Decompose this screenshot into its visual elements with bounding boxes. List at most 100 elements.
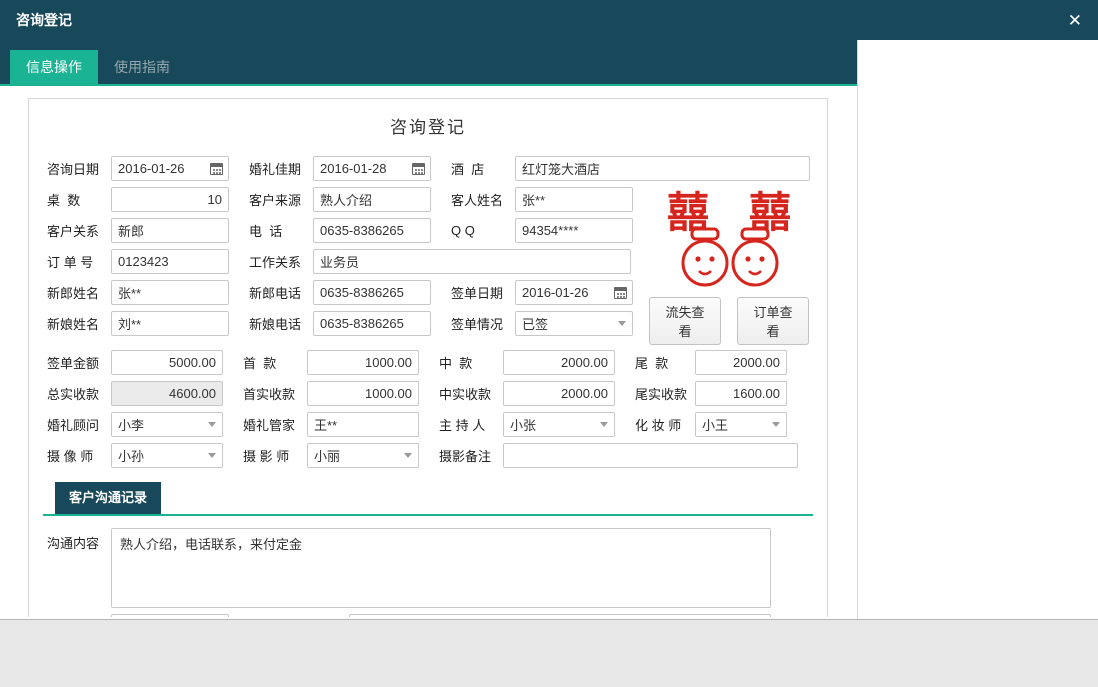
view-buttons: 流失查看 订单查看 xyxy=(649,297,809,345)
form-row: 签单金额 首 款 中 款 尾 款 xyxy=(47,350,809,375)
form-row: 婚礼顾问 小李 婚礼管家 主 持 人 xyxy=(47,412,809,437)
work-relation-field: 工作关系 xyxy=(249,249,631,274)
mid-received-field: 中实收款 xyxy=(439,381,615,406)
photo-note-field: 摄影备注 xyxy=(439,443,798,468)
guest-name-field: 客人姓名 xyxy=(451,187,633,212)
comm-content-row: 沟通内容 熟人介绍，电话联系，来付定金 xyxy=(47,528,809,608)
field-label: 客户关系 xyxy=(47,221,111,240)
field-label: 中 款 xyxy=(439,353,503,372)
consult-register-dialog: 咨询登记 ✕ 信息操作 使用指南 咨询登记 咨询日期 xyxy=(0,0,1098,620)
loss-view-button[interactable]: 流失查看 xyxy=(649,297,721,345)
bride-phone-input[interactable] xyxy=(313,311,431,336)
field-label: 工作关系 xyxy=(249,252,313,271)
form-title: 咨询登记 xyxy=(47,113,809,138)
sign-amount-input[interactable] xyxy=(111,350,223,375)
sign-date-field: 签单日期 xyxy=(451,280,633,305)
communication-body: 沟通内容 熟人介绍，电话联系，来付定金 沟通日期 备 注 xyxy=(43,516,813,617)
dialog-title: 咨询登记 xyxy=(16,10,72,30)
calendar-icon[interactable] xyxy=(210,163,223,175)
date-input-wrap xyxy=(111,614,229,617)
tail-pay-input[interactable] xyxy=(695,350,787,375)
groom-name-field: 新郎姓名 xyxy=(47,280,229,305)
videographer-select[interactable]: 小孙 xyxy=(111,443,223,468)
tab-bar: 信息操作 使用指南 xyxy=(0,40,857,86)
field-label: 化 妆 师 xyxy=(635,415,695,434)
mid-pay-input[interactable] xyxy=(503,350,615,375)
form-row: 咨询日期 婚礼佳期 xyxy=(47,156,809,181)
butler-field: 婚礼管家 xyxy=(243,412,419,437)
hotel-input[interactable] xyxy=(515,156,810,181)
tab-communication-log[interactable]: 客户沟通记录 xyxy=(55,482,161,514)
order-view-button[interactable]: 订单查看 xyxy=(737,297,809,345)
chevron-down-icon xyxy=(404,453,412,458)
field-label: 婚礼佳期 xyxy=(249,159,313,178)
first-pay-input[interactable] xyxy=(307,350,419,375)
mid-received-input[interactable] xyxy=(503,381,615,406)
chevron-down-icon xyxy=(600,422,608,427)
date-input-wrap xyxy=(111,156,229,181)
videographer-field: 摄 像 师 小孙 xyxy=(47,443,223,468)
calendar-icon[interactable] xyxy=(412,163,425,175)
photo-note-input[interactable] xyxy=(503,443,798,468)
source-field: 客户来源 xyxy=(249,187,431,212)
first-received-input[interactable] xyxy=(307,381,419,406)
field-label: 新郎电话 xyxy=(249,283,313,302)
chevron-down-icon xyxy=(208,422,216,427)
select-value: 小张 xyxy=(510,415,536,434)
host-select[interactable]: 小张 xyxy=(503,412,615,437)
wedding-date-field: 婚礼佳期 xyxy=(249,156,431,181)
sign-status-select[interactable]: 已签 xyxy=(515,311,633,336)
total-received-input xyxy=(111,381,223,406)
select-value: 小李 xyxy=(118,415,144,434)
order-no-input[interactable] xyxy=(111,249,229,274)
groom-name-input[interactable] xyxy=(111,280,229,305)
customer-source-input[interactable] xyxy=(313,187,431,212)
phone-input[interactable] xyxy=(313,218,431,243)
qq-input[interactable] xyxy=(515,218,633,243)
customer-relation-input[interactable] xyxy=(111,218,229,243)
relation-field: 客户关系 xyxy=(47,218,229,243)
work-relation-input[interactable] xyxy=(313,249,631,274)
makeup-artist-select[interactable]: 小王 xyxy=(695,412,787,437)
total-received-field: 总实收款 xyxy=(47,381,223,406)
tab-info-operation[interactable]: 信息操作 xyxy=(10,50,98,84)
groom-phone-input[interactable] xyxy=(313,280,431,305)
calendar-icon[interactable] xyxy=(614,287,627,299)
field-label: 新郎姓名 xyxy=(47,283,111,302)
remark-input[interactable] xyxy=(349,614,771,617)
field-label: 尾 款 xyxy=(635,353,695,372)
form-scroll-area: 咨询登记 咨询日期 婚礼佳期 xyxy=(0,86,857,617)
tail-received-input[interactable] xyxy=(695,381,787,406)
order-no-field: 订 单 号 xyxy=(47,249,229,274)
date-input-wrap xyxy=(313,156,431,181)
select-value: 小孙 xyxy=(118,446,144,465)
double-happiness-illustration: 囍 囍 xyxy=(653,187,805,293)
field-label: 婚礼管家 xyxy=(243,415,307,434)
consultant-select[interactable]: 小李 xyxy=(111,412,223,437)
field-label: 主 持 人 xyxy=(439,415,503,434)
field-label: 新娘电话 xyxy=(249,314,313,333)
field-label: 咨询日期 xyxy=(47,159,111,178)
consult-form-panel: 咨询登记 咨询日期 婚礼佳期 xyxy=(28,98,828,617)
communication-date-input[interactable] xyxy=(111,614,229,617)
bride-name-input[interactable] xyxy=(111,311,229,336)
tables-field: 桌 数 xyxy=(47,187,229,212)
communication-section: 客户沟通记录 沟通内容 熟人介绍，电话联系，来付定金 沟通日期 xyxy=(43,482,813,617)
field-label: 客户来源 xyxy=(249,190,313,209)
field-label: 尾实收款 xyxy=(635,384,695,403)
close-icon[interactable]: ✕ xyxy=(1068,12,1082,29)
first-pay-field: 首 款 xyxy=(243,350,419,375)
butler-input[interactable] xyxy=(307,412,419,437)
field-label: 订 单 号 xyxy=(47,252,111,271)
tab-user-guide[interactable]: 使用指南 xyxy=(98,50,186,84)
photographer-select[interactable]: 小丽 xyxy=(307,443,419,468)
sign-status-field: 签单情况 已签 xyxy=(451,311,633,336)
communication-content-textarea[interactable]: 熟人介绍，电话联系，来付定金 xyxy=(111,528,771,608)
tables-input[interactable] xyxy=(111,187,229,212)
dialog-empty-area xyxy=(858,40,1098,619)
field-label: 摄 影 师 xyxy=(243,446,307,465)
field-label: 酒 店 xyxy=(451,159,515,178)
guest-name-input[interactable] xyxy=(515,187,633,212)
field-label: 桌 数 xyxy=(47,190,111,209)
field-label: 新娘姓名 xyxy=(47,314,111,333)
